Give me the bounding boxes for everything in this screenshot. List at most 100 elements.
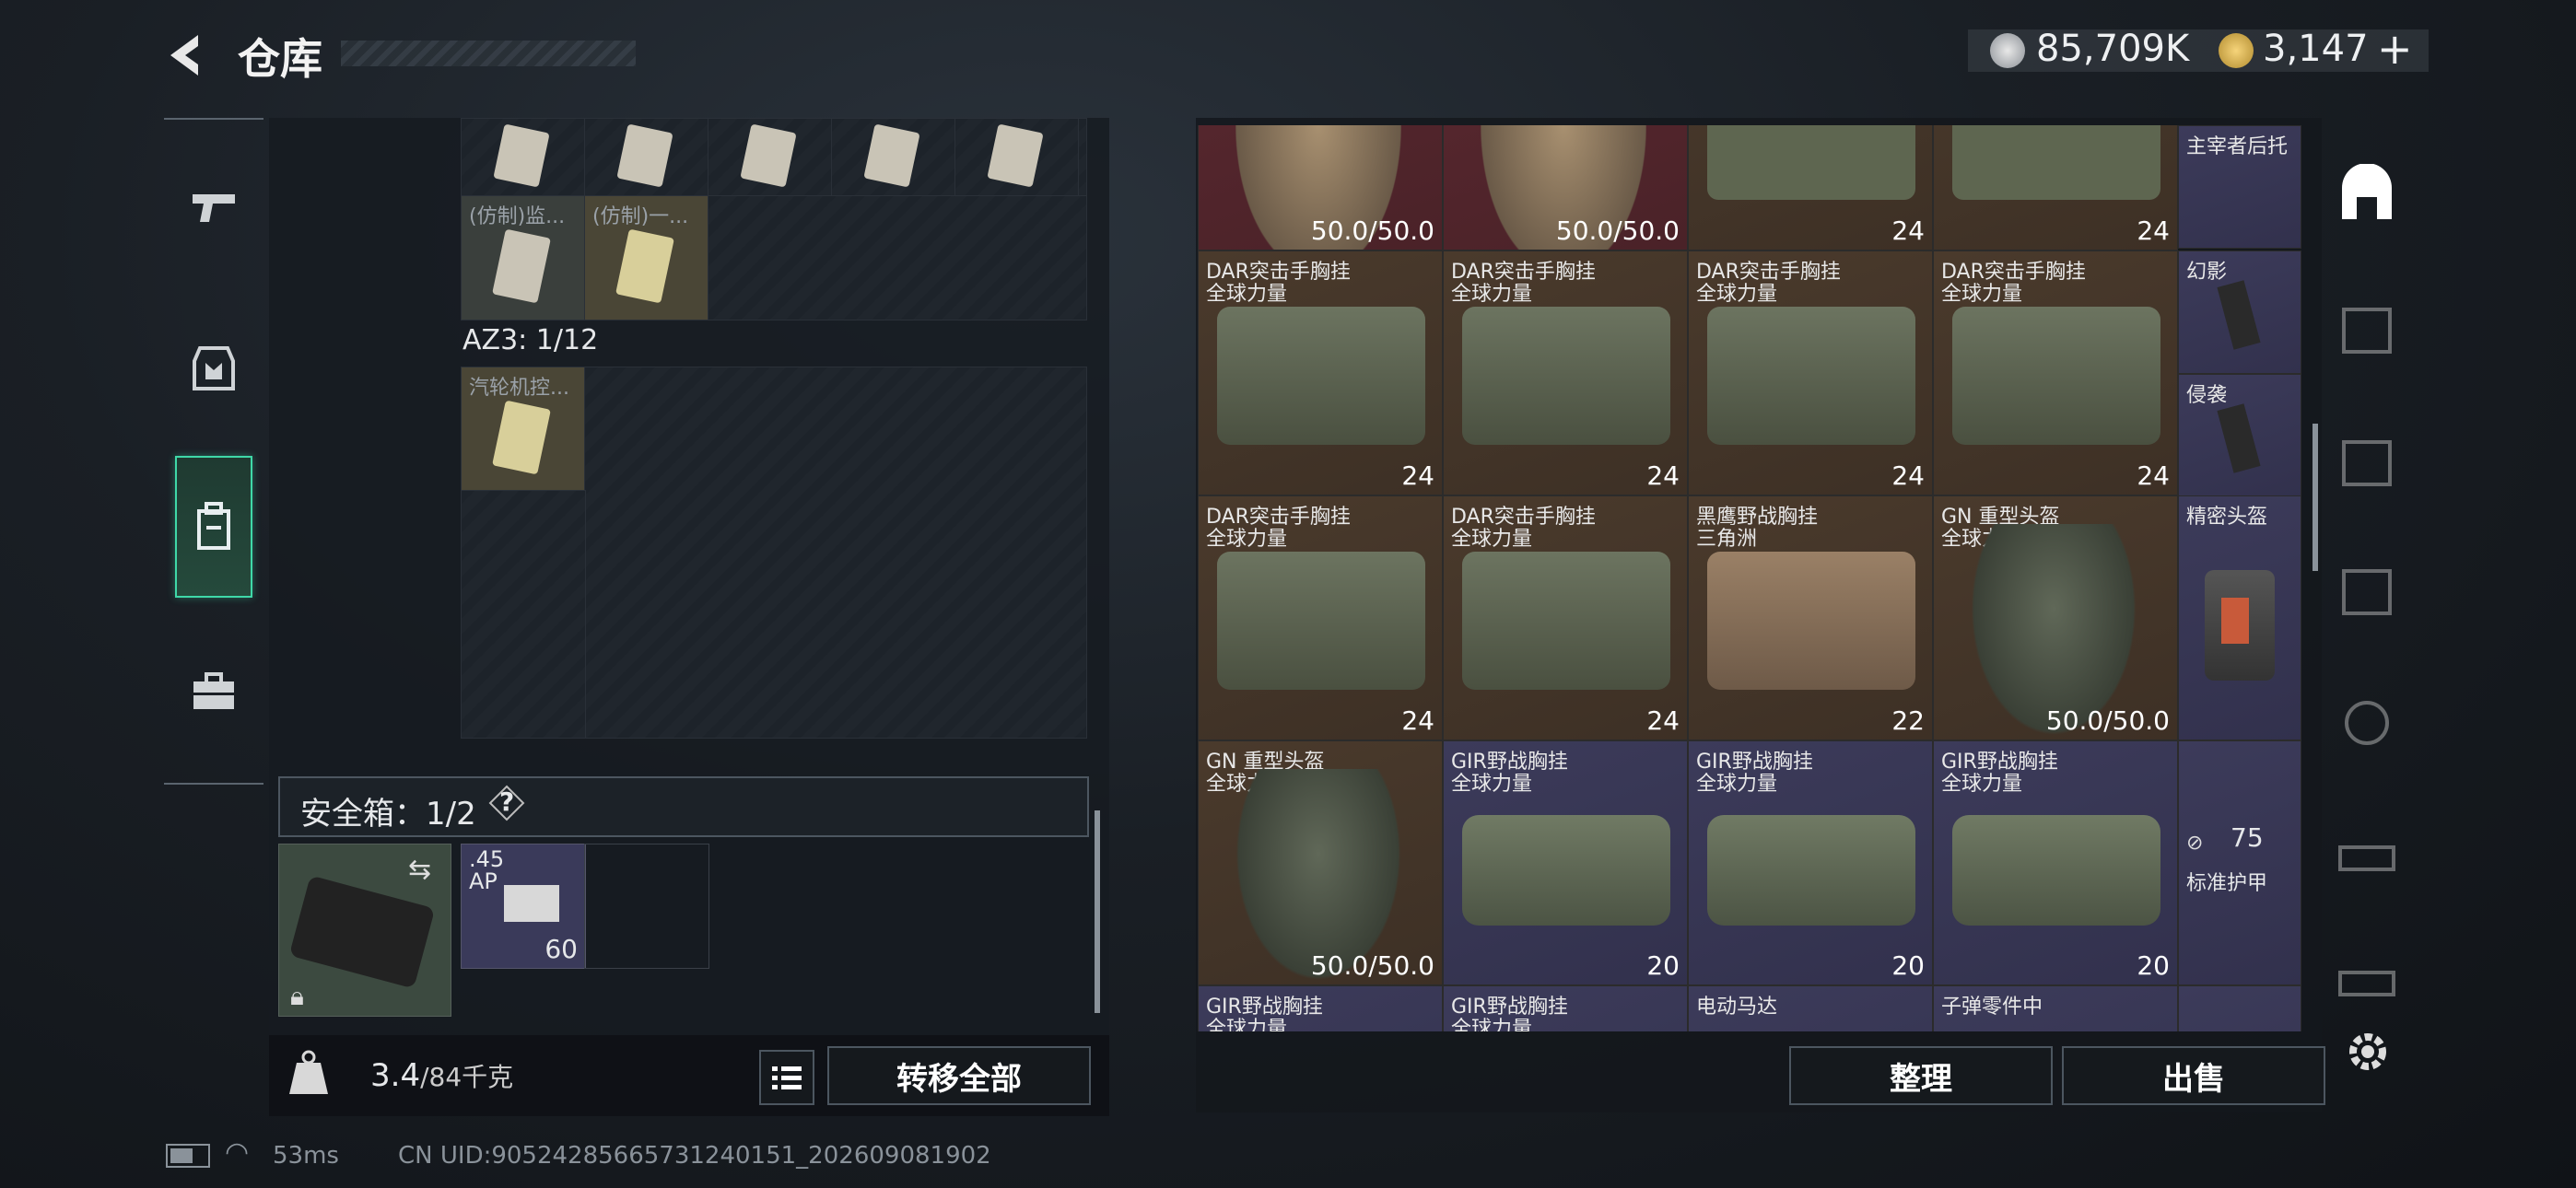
stash-item[interactable]: 子弹零件中 xyxy=(1933,985,2178,1031)
right-row1-2-n2: 全球力量 xyxy=(1696,283,1778,306)
nav-equipment[interactable] xyxy=(164,299,263,437)
stash-page-iv-icon[interactable] xyxy=(2335,823,2399,888)
right-row1-0-val: 24 xyxy=(1401,460,1434,491)
right-row2-2-n2: 三角洲 xyxy=(1696,528,1758,551)
left-ammo_name: .45 AP xyxy=(469,846,505,894)
item-slot[interactable] xyxy=(831,118,956,197)
stash-grid: 50.0/50.0 50.0/50.0 24 24 主宰者后托 DAR突击手胸挂… xyxy=(1198,125,2320,1031)
stash-item[interactable]: GIR野战胸挂 全球力量 20 xyxy=(1688,740,1933,985)
item-slot-card1[interactable]: (仿制)监... xyxy=(461,195,586,320)
right-row0-3-val: 24 xyxy=(2137,215,2170,246)
wifi-icon: ◠ xyxy=(225,1136,250,1169)
stash-page-v-icon[interactable] xyxy=(2335,691,2399,755)
item-slot[interactable] xyxy=(954,118,1080,197)
stash-home-icon[interactable] xyxy=(2335,163,2399,228)
currency-silver: 85,709K xyxy=(2036,28,2190,70)
stash-item-side[interactable] xyxy=(2178,985,2301,1031)
weight-value: 3.4/84千克 xyxy=(370,1057,513,1094)
item-slot-az3[interactable]: 汽轮机控... xyxy=(461,367,586,492)
stash-page-iv-icon[interactable] xyxy=(2335,297,2399,361)
help-icon[interactable]: ? xyxy=(488,785,525,821)
stash-page-iv-icon[interactable] xyxy=(2335,558,2399,623)
item-slot-card2[interactable]: (仿制)一... xyxy=(584,195,709,320)
stash-page-iv-icon[interactable] xyxy=(2335,949,2399,1013)
stash-item[interactable]: GIR野战胸挂 全球力量 20 xyxy=(1443,740,1688,985)
item-slot[interactable] xyxy=(461,118,586,197)
tidy-button[interactable]: 整理 xyxy=(1789,1046,2053,1105)
stash-item[interactable]: 24 xyxy=(1933,125,2178,250)
stash-item-side[interactable]: ⊘ 75 标准护甲 xyxy=(2178,740,2301,985)
stash-item[interactable]: 黑鹰野战胸挂 三角洲 22 xyxy=(1688,495,1933,740)
stash-item[interactable]: DAR突击手胸挂 全球力量 24 xyxy=(1198,250,1443,495)
item-slot[interactable] xyxy=(584,118,709,197)
right-row2-1-n2: 全球力量 xyxy=(1451,528,1533,551)
stash-scrollbar[interactable] xyxy=(2313,424,2318,571)
empty-slot[interactable] xyxy=(584,844,709,969)
stash-item-side[interactable]: 侵袭 xyxy=(2178,374,2301,497)
stash-item[interactable]: DAR突击手胸挂 全球力量 24 xyxy=(1443,495,1688,740)
ammo-box-image xyxy=(504,885,559,922)
toolbox-icon xyxy=(193,672,234,709)
list-view-button[interactable] xyxy=(759,1050,814,1105)
right-row3-1-n2: 全球力量 xyxy=(1451,773,1533,796)
add-currency-button[interactable]: + xyxy=(2377,24,2413,74)
sell-button[interactable]: 出售 xyxy=(2062,1046,2325,1105)
safe-box-label: 安全箱：1/2 xyxy=(300,796,476,833)
left-az3_item: 汽轮机控... xyxy=(469,377,569,400)
right-row0-2-val: 24 xyxy=(1891,215,1925,246)
backpack-icon xyxy=(197,502,230,550)
swap-icon[interactable]: ⇆ xyxy=(408,854,431,886)
gear-icon[interactable] xyxy=(2340,1024,2405,1089)
right-row2-1-val: 24 xyxy=(1646,705,1680,736)
stash-item[interactable]: GIR野战胸挂 全球力量 xyxy=(1198,985,1443,1031)
right-row1_side-1: 侵袭 xyxy=(2186,384,2228,407)
stash-item[interactable]: DAR突击手胸挂 全球力量 24 xyxy=(1933,250,2178,495)
stash-item[interactable]: 24 xyxy=(1688,125,1933,250)
right-row1-1-val: 24 xyxy=(1646,460,1680,491)
uid: CN UID:90524285665731240151_202609081902 xyxy=(398,1142,991,1170)
item-slot[interactable] xyxy=(708,118,833,197)
right-row3-3-n2: 全球力量 xyxy=(1941,773,2023,796)
stash-item[interactable]: GN 重型头盔全球力量50.0/50.0 xyxy=(1933,495,2178,740)
stash-item-side[interactable]: 幻影 xyxy=(2178,250,2301,374)
back-icon[interactable] xyxy=(161,28,217,83)
stash-item[interactable]: GIR野战胸挂 全球力量 xyxy=(1443,985,1688,1031)
right-row1-0-n2: 全球力量 xyxy=(1206,283,1288,306)
right-row3-2-n2: 全球力量 xyxy=(1696,773,1778,796)
gold-coin-icon xyxy=(2219,33,2254,68)
stash-item[interactable]: GN 重型头盔全球力量50.0/50.0 xyxy=(1198,740,1443,985)
transfer-all-button[interactable]: 转移全部 xyxy=(827,1046,1091,1105)
stash-item-side[interactable]: 精密头盔 xyxy=(2178,495,2301,740)
right-row4-3-n1: 子弹零件中 xyxy=(1941,996,2043,1019)
right-row3-1-val: 20 xyxy=(1646,950,1680,981)
az3-empty-grid xyxy=(584,367,1087,739)
safe-box-image xyxy=(288,875,436,989)
ammo-slot[interactable]: .45 AP 60 xyxy=(461,844,586,969)
stash-item[interactable]: 50.0/50.0 xyxy=(1198,125,1443,250)
container-az3-label: AZ3: 1/12 xyxy=(463,324,599,356)
stash-page-iv-icon[interactable] xyxy=(2335,429,2399,494)
left-slot_labels-1: (仿制)一... xyxy=(592,205,689,228)
safe-box-container[interactable]: ⇆ 🔒︎ xyxy=(278,844,451,1017)
right-row4-2-n1: 电动马达 xyxy=(1696,996,1778,1019)
stash-item[interactable]: 电动马达 xyxy=(1688,985,1933,1031)
stash-item-side[interactable]: 主宰者后托 xyxy=(2178,125,2301,249)
stash-item[interactable]: DAR突击手胸挂 全球力量 24 xyxy=(1688,250,1933,495)
right-row3_side-name: 标准护甲 xyxy=(2186,872,2268,895)
stash-item[interactable]: GIR野战胸挂 全球力量 20 xyxy=(1933,740,2178,985)
stash-item[interactable]: DAR突击手胸挂 全球力量 24 xyxy=(1198,495,1443,740)
stash-item[interactable]: 50.0/50.0 xyxy=(1443,125,1688,250)
left-scrollbar[interactable] xyxy=(1095,810,1100,1013)
nav-weapon[interactable] xyxy=(164,138,263,276)
left-weight_max: /84千克 xyxy=(420,1062,514,1092)
nav-backpack[interactable] xyxy=(175,456,252,598)
right-row1-3-val: 24 xyxy=(2137,460,2170,491)
page-title: 仓库 xyxy=(238,34,322,84)
stash-item[interactable]: DAR突击手胸挂 全球力量 24 xyxy=(1443,250,1688,495)
title-decoration xyxy=(341,41,636,66)
right-row3-2-val: 20 xyxy=(1891,950,1925,981)
right-row0-0-dur: 50.0/50.0 xyxy=(1310,215,1434,246)
nav-toolbox[interactable] xyxy=(164,622,263,760)
right-row1-3-n2: 全球力量 xyxy=(1941,283,2023,306)
right-row4-1-n2: 全球力量 xyxy=(1451,1018,1533,1031)
